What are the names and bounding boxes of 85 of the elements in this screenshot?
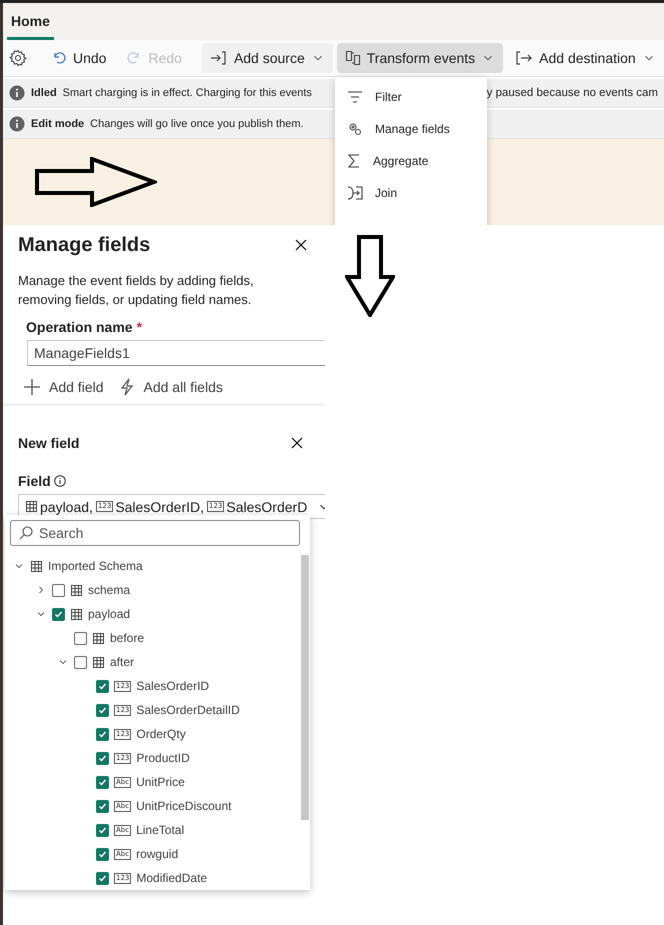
required-mark: * bbox=[136, 319, 142, 335]
info-icon bbox=[54, 475, 66, 487]
info-icon bbox=[9, 116, 25, 132]
tree-item-label[interactable]: payload bbox=[88, 607, 130, 621]
panel-description: Manage the event fields by adding fields, removing fields, or updating field names. bbox=[18, 272, 255, 309]
tree-item-label[interactable]: UnitPrice bbox=[136, 775, 185, 789]
tree-item-label[interactable]: ProductID bbox=[136, 751, 190, 765]
tree-item-label[interactable]: SalesOrderID bbox=[136, 679, 210, 693]
menu-item[interactable]: Filter bbox=[335, 81, 487, 113]
checkmark-icon bbox=[98, 706, 107, 714]
checkbox[interactable] bbox=[52, 608, 65, 620]
panel-title: Manage fields bbox=[18, 234, 150, 256]
tree-item-label[interactable]: LineTotal bbox=[136, 823, 184, 837]
checkbox[interactable] bbox=[96, 872, 109, 884]
menu-item[interactable]: Manage fields bbox=[335, 113, 487, 145]
checkbox[interactable] bbox=[96, 776, 109, 788]
table-icon bbox=[25, 500, 38, 513]
close-icon bbox=[293, 237, 309, 253]
plus-icon bbox=[23, 378, 41, 396]
transform-button[interactable]: Transform events bbox=[336, 43, 504, 73]
banner-title: Edit mode bbox=[31, 118, 84, 130]
checkbox[interactable] bbox=[96, 848, 109, 860]
tree-item-label[interactable]: before bbox=[110, 631, 144, 645]
field-token: SalesOrderID, bbox=[115, 498, 204, 514]
gears-icon bbox=[347, 121, 363, 137]
info-icon bbox=[9, 85, 25, 101]
checkbox[interactable] bbox=[96, 752, 109, 764]
checkmark-icon bbox=[54, 610, 63, 618]
lightning-icon bbox=[119, 378, 136, 396]
tree-item-label[interactable]: SalesOrderDetailID bbox=[136, 703, 240, 717]
table-icon bbox=[70, 584, 83, 596]
tree-item-label[interactable]: after bbox=[110, 655, 134, 669]
checkmark-icon bbox=[98, 850, 107, 858]
checkbox[interactable] bbox=[96, 728, 109, 740]
banner-title: Idled bbox=[31, 87, 57, 99]
tree-item-label[interactable]: rowguid bbox=[136, 847, 178, 861]
arrow-into-bracket-icon bbox=[210, 50, 228, 66]
menu-item[interactable]: Join bbox=[335, 177, 487, 209]
undo-button[interactable]: Undo bbox=[43, 43, 114, 73]
devices-icon bbox=[344, 50, 361, 66]
checkbox[interactable] bbox=[96, 704, 109, 716]
checkbox[interactable] bbox=[96, 824, 109, 836]
table-icon bbox=[92, 656, 105, 668]
tree-item-label[interactable]: OrderQty bbox=[136, 727, 186, 741]
search-icon bbox=[19, 526, 33, 540]
checkbox[interactable] bbox=[74, 632, 87, 644]
input-field[interactable]: ManageFields1 bbox=[27, 340, 325, 366]
checkmark-icon bbox=[98, 682, 107, 690]
filter-lines-icon bbox=[347, 90, 363, 104]
field-label: Operation name bbox=[26, 319, 133, 335]
close-icon bbox=[289, 435, 305, 451]
checkmark-icon bbox=[98, 730, 107, 738]
field-token: payload, bbox=[40, 498, 93, 514]
field-label: Field bbox=[18, 473, 51, 489]
section-title: New field bbox=[18, 435, 80, 451]
scrollbar[interactable] bbox=[301, 555, 309, 820]
table-icon bbox=[70, 608, 83, 620]
arrow-out-bracket-icon bbox=[515, 50, 534, 66]
checkbox[interactable] bbox=[74, 656, 87, 668]
checkmark-icon bbox=[98, 874, 107, 882]
tree-item-label[interactable]: schema bbox=[88, 583, 130, 597]
add-field-button[interactable]: Add field bbox=[23, 378, 104, 396]
field-token: SalesOrderD bbox=[226, 498, 308, 514]
checkbox[interactable] bbox=[52, 584, 65, 596]
banner-message: Smart charging is in effect. Charging for this events bbox=[62, 87, 312, 99]
checkbox[interactable] bbox=[96, 800, 109, 812]
destination-button[interactable]: Add destination bbox=[507, 43, 664, 73]
banner-message: y paused because no events cam bbox=[486, 87, 658, 99]
menu-item[interactable]: Aggregate bbox=[335, 145, 487, 177]
table-icon bbox=[30, 560, 43, 572]
banner-message: Changes will go live once you publish them. bbox=[90, 118, 304, 130]
tree-item-label[interactable]: UnitPriceDiscount bbox=[136, 799, 232, 813]
checkmark-icon bbox=[98, 802, 107, 810]
search-field[interactable]: Search bbox=[10, 520, 300, 546]
sigma-icon bbox=[347, 153, 361, 169]
checkmark-icon bbox=[98, 826, 107, 834]
checkbox[interactable] bbox=[96, 680, 109, 692]
source-button[interactable]: Add source bbox=[202, 43, 333, 73]
add-all-button[interactable]: Add all fields bbox=[119, 378, 223, 396]
checkmark-icon bbox=[98, 754, 107, 762]
tree-item-label[interactable]: ModifiedDate bbox=[136, 871, 208, 885]
join-icon bbox=[347, 185, 363, 201]
table-icon bbox=[92, 632, 105, 644]
tree-item-label[interactable]: Imported Schema bbox=[48, 559, 143, 573]
checkmark-icon bbox=[98, 778, 107, 786]
